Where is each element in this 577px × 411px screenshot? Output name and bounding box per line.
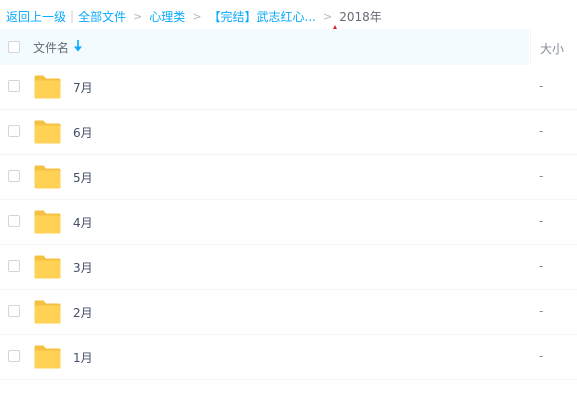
file-size: - <box>539 349 544 363</box>
folder-icon[interactable] <box>33 165 62 189</box>
folder-icon[interactable] <box>33 255 62 279</box>
file-row[interactable]: 5月 - <box>0 155 577 200</box>
file-size: - <box>539 214 544 228</box>
file-size: - <box>539 169 544 183</box>
column-header-name[interactable]: 文件名 <box>33 39 69 56</box>
breadcrumb-separator: > <box>133 9 143 23</box>
folder-icon[interactable] <box>33 75 62 99</box>
back-link[interactable]: 返回上一级 <box>6 8 66 25</box>
file-size: - <box>539 124 544 138</box>
breadcrumb-all-files[interactable]: 全部文件 <box>78 8 126 25</box>
file-row[interactable]: 1月 - <box>0 335 577 380</box>
folder-icon[interactable] <box>33 300 62 324</box>
folder-icon[interactable] <box>33 345 62 369</box>
file-list-header: 文件名 大小 <box>0 29 577 65</box>
breadcrumb-separator: > <box>322 9 333 23</box>
file-size: - <box>539 79 544 93</box>
file-row[interactable]: 2月 - <box>0 290 577 335</box>
folder-icon[interactable] <box>33 210 62 234</box>
select-all-checkbox[interactable] <box>8 41 20 53</box>
file-row[interactable]: 3月 - <box>0 245 577 290</box>
sort-down-arrow-icon[interactable] <box>74 40 82 52</box>
row-checkbox[interactable] <box>8 350 20 362</box>
row-checkbox[interactable] <box>8 305 20 317</box>
row-checkbox[interactable] <box>8 170 20 182</box>
file-list: 7月 - 6月 - 5月 - 4月 - 3月 - 2月 - 1月 - <box>0 65 577 380</box>
row-checkbox[interactable] <box>8 80 20 92</box>
file-name[interactable]: 4月 <box>73 214 93 231</box>
file-name[interactable]: 5月 <box>73 169 93 186</box>
breadcrumb-separator: > <box>192 9 202 23</box>
file-row[interactable]: 7月 - <box>0 65 577 110</box>
file-size: - <box>539 304 544 318</box>
breadcrumb-current: 2018年 <box>339 9 382 24</box>
breadcrumb: 返回上一级 | 全部文件 > 心理类 > 【完结】武志红心... > 2018年 <box>6 7 382 25</box>
folder-icon[interactable] <box>33 120 62 144</box>
breadcrumb-divider: | <box>70 9 75 23</box>
file-name[interactable]: 3月 <box>73 259 93 276</box>
row-checkbox[interactable] <box>8 215 20 227</box>
file-name[interactable]: 1月 <box>73 349 93 366</box>
file-name[interactable]: 7月 <box>73 79 93 96</box>
row-checkbox[interactable] <box>8 125 20 137</box>
file-name[interactable]: 2月 <box>73 304 93 321</box>
file-name[interactable]: 6月 <box>73 124 93 141</box>
file-row[interactable]: 4月 - <box>0 200 577 245</box>
row-checkbox[interactable] <box>8 260 20 272</box>
breadcrumb-item-course[interactable]: 【完结】武志红心... <box>209 8 316 25</box>
column-header-size[interactable]: 大小 <box>540 40 564 57</box>
breadcrumb-item-psychology[interactable]: 心理类 <box>149 8 185 25</box>
file-row[interactable]: 6月 - <box>0 110 577 155</box>
file-size: - <box>539 259 544 273</box>
